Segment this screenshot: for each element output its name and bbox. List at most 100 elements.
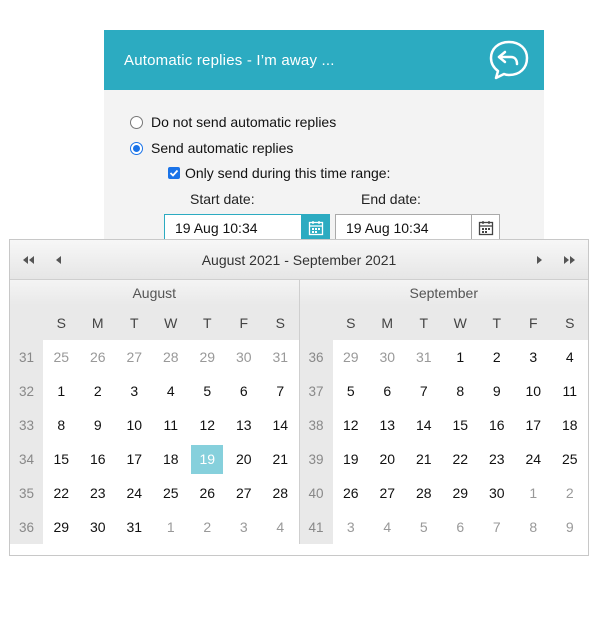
next-month-button[interactable] [528,249,550,271]
calendar-day[interactable]: 15 [43,442,80,476]
calendar-day[interactable]: 12 [333,408,370,442]
calendar-day[interactable]: 25 [153,476,190,510]
previous-year-button[interactable] [18,249,40,271]
calendar-day[interactable]: 3 [333,510,370,544]
calendar-day[interactable]: 10 [116,408,153,442]
calendar-day[interactable]: 19 [333,442,370,476]
calendar-day[interactable]: 28 [153,340,190,374]
calendar-day[interactable]: 6 [226,374,263,408]
calendar-day[interactable]: 9 [80,408,117,442]
calendar-day[interactable]: 29 [333,340,370,374]
calendar-day[interactable]: 16 [80,442,117,476]
calendar-day[interactable]: 2 [479,340,516,374]
calendar-day[interactable]: 31 [116,510,153,544]
calendar-day[interactable]: 6 [369,374,406,408]
start-date-picker-button[interactable] [301,215,329,240]
calendar-day[interactable]: 3 [116,374,153,408]
calendar-day[interactable]: 7 [406,374,443,408]
calendar-day[interactable]: 26 [333,476,370,510]
calendar-day[interactable]: 24 [515,442,552,476]
calendar-day[interactable]: 15 [442,408,479,442]
do-not-send-option[interactable]: Do not send automatic replies [130,114,336,130]
do-not-send-radio[interactable] [130,115,143,129]
calendar-day[interactable]: 30 [80,510,117,544]
calendar-day[interactable]: 27 [116,340,153,374]
calendar-day[interactable]: 4 [153,374,190,408]
calendar-day[interactable]: 20 [369,442,406,476]
calendar-day[interactable]: 9 [479,374,516,408]
calendar-day[interactable]: 5 [189,374,226,408]
time-range-checkbox[interactable] [168,167,180,179]
calendar-day-selected[interactable]: 19 [189,442,226,476]
calendar-day[interactable]: 28 [262,476,299,510]
calendar-day[interactable]: 31 [406,340,443,374]
previous-month-button[interactable] [48,249,70,271]
calendar-day[interactable]: 7 [262,374,299,408]
calendar-day[interactable]: 24 [116,476,153,510]
start-date-field[interactable]: 19 Aug 10:34 [164,214,330,241]
calendar-day[interactable]: 4 [552,340,589,374]
calendar-day[interactable]: 22 [43,476,80,510]
calendar-day[interactable]: 17 [116,442,153,476]
end-date-input[interactable]: 19 Aug 10:34 [336,220,471,236]
next-year-button[interactable] [558,249,580,271]
calendar-day[interactable]: 4 [369,510,406,544]
calendar-day[interactable]: 7 [479,510,516,544]
calendar-day[interactable]: 21 [406,442,443,476]
calendar-day[interactable]: 27 [369,476,406,510]
calendar-day[interactable]: 30 [479,476,516,510]
calendar-day[interactable]: 10 [515,374,552,408]
calendar-day[interactable]: 18 [552,408,589,442]
calendar-day[interactable]: 29 [189,340,226,374]
calendar-day[interactable]: 25 [552,442,589,476]
calendar-day[interactable]: 8 [515,510,552,544]
calendar-day[interactable]: 3 [515,340,552,374]
send-automatic-replies-radio[interactable] [130,141,143,155]
calendar-day[interactable]: 30 [226,340,263,374]
calendar-day[interactable]: 1 [43,374,80,408]
calendar-day[interactable]: 28 [406,476,443,510]
calendar-day[interactable]: 29 [442,476,479,510]
calendar-day[interactable]: 2 [189,510,226,544]
end-date-picker-button[interactable] [471,215,499,240]
calendar-day[interactable]: 1 [442,340,479,374]
time-range-option[interactable]: Only send during this time range: [168,165,390,181]
calendar-day[interactable]: 3 [226,510,263,544]
calendar-day[interactable]: 5 [406,510,443,544]
calendar-day[interactable]: 4 [262,510,299,544]
calendar-day[interactable]: 12 [189,408,226,442]
calendar-day[interactable]: 11 [552,374,589,408]
calendar-day[interactable]: 27 [226,476,263,510]
calendar-day[interactable]: 20 [226,442,263,476]
calendar-day[interactable]: 30 [369,340,406,374]
calendar-day[interactable]: 16 [479,408,516,442]
calendar-day[interactable]: 14 [262,408,299,442]
calendar-day[interactable]: 6 [442,510,479,544]
calendar-day[interactable]: 13 [369,408,406,442]
start-date-input[interactable]: 19 Aug 10:34 [165,220,301,236]
calendar-day[interactable]: 31 [262,340,299,374]
calendar-day[interactable]: 9 [552,510,589,544]
calendar-day[interactable]: 2 [552,476,589,510]
end-date-field[interactable]: 19 Aug 10:34 [335,214,500,241]
calendar-day[interactable]: 1 [515,476,552,510]
calendar-day[interactable]: 1 [153,510,190,544]
calendar-day[interactable]: 18 [153,442,190,476]
calendar-day[interactable]: 23 [479,442,516,476]
calendar-day[interactable]: 22 [442,442,479,476]
calendar-day[interactable]: 13 [226,408,263,442]
calendar-day[interactable]: 26 [189,476,226,510]
calendar-day[interactable]: 5 [333,374,370,408]
calendar-day[interactable]: 26 [80,340,117,374]
calendar-day[interactable]: 8 [43,408,80,442]
calendar-day[interactable]: 8 [442,374,479,408]
calendar-day[interactable]: 29 [43,510,80,544]
calendar-day[interactable]: 17 [515,408,552,442]
send-automatic-replies-option[interactable]: Send automatic replies [130,140,293,156]
calendar-day[interactable]: 2 [80,374,117,408]
calendar-day[interactable]: 25 [43,340,80,374]
calendar-day[interactable]: 21 [262,442,299,476]
calendar-day[interactable]: 11 [153,408,190,442]
calendar-day[interactable]: 14 [406,408,443,442]
calendar-day[interactable]: 23 [80,476,117,510]
